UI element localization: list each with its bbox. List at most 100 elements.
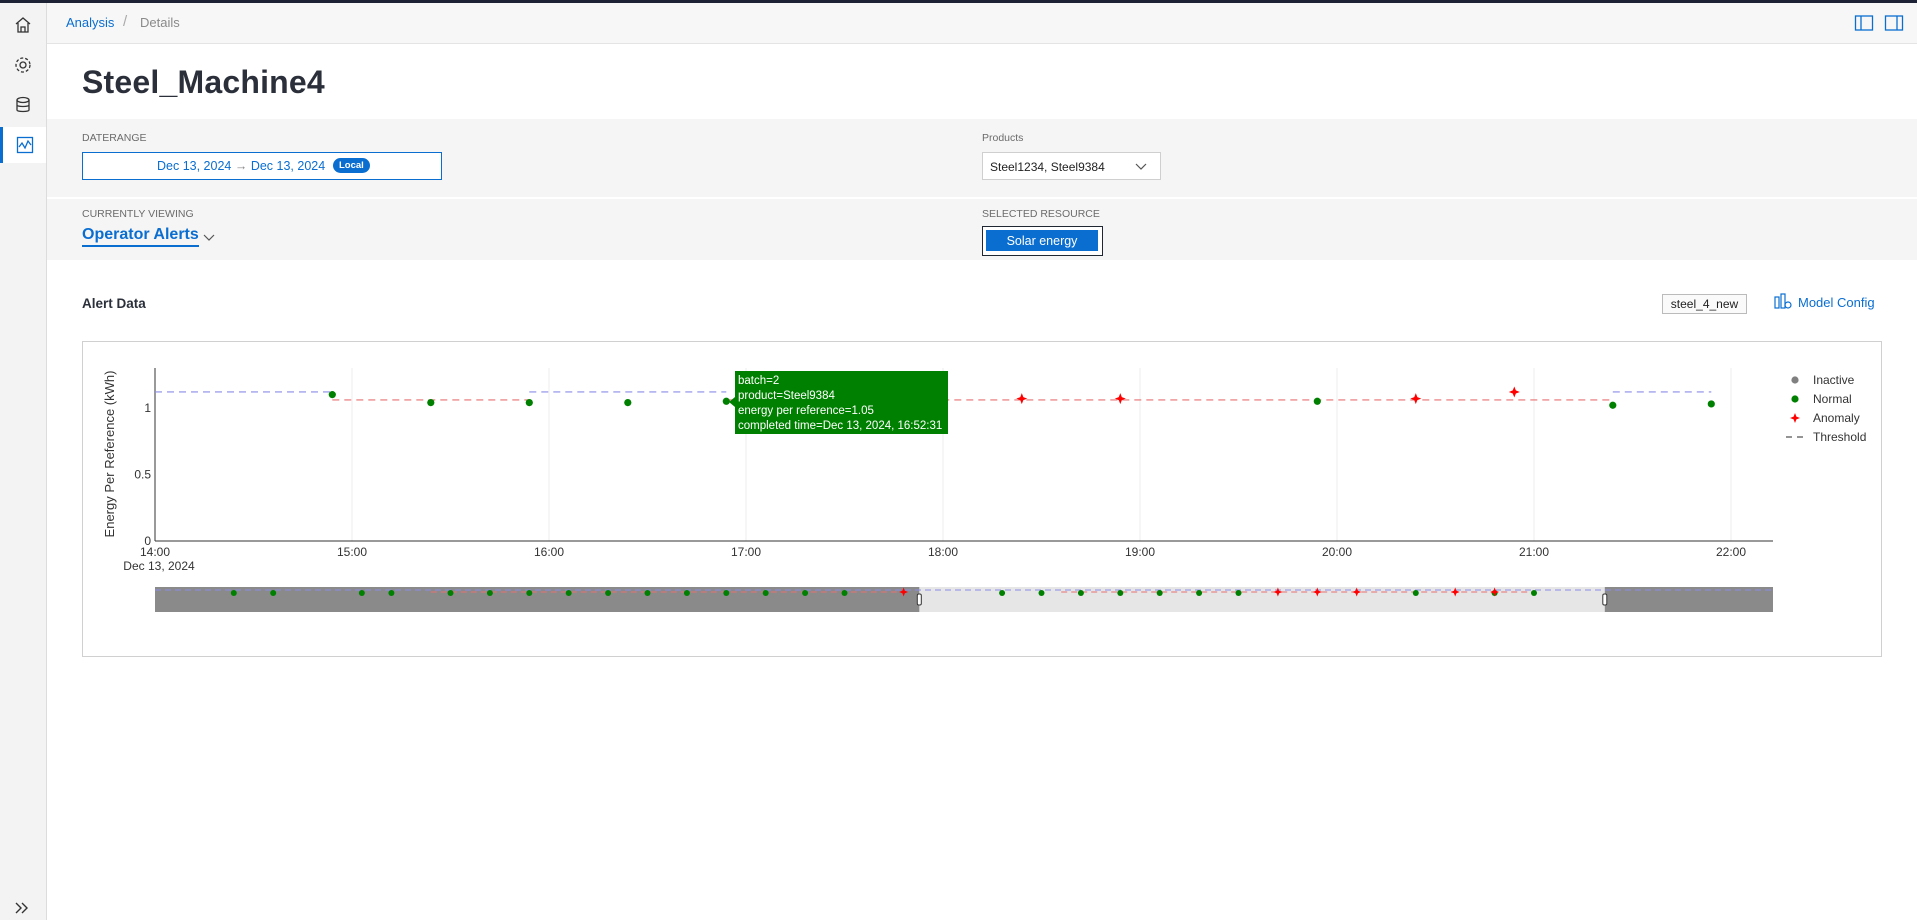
legend-label: Normal — [1813, 392, 1852, 406]
chart-grid — [351, 368, 1732, 541]
breadcrumb-analysis-link[interactable]: Analysis — [66, 15, 114, 30]
tooltip-line: energy per reference=1.05 — [738, 405, 874, 417]
overview-normal-point — [1412, 590, 1419, 596]
tooltip-line: batch=2 — [738, 375, 779, 387]
sidebar-item-analysis[interactable] — [0, 127, 46, 163]
overview-selection — [919, 587, 1605, 612]
database-icon — [16, 96, 30, 113]
overview-normal-point — [1531, 590, 1537, 596]
sidebar-item-home[interactable] — [0, 7, 46, 43]
daterange-picker[interactable]: Dec 13, 2024 → Dec 13, 2024 Local — [82, 152, 442, 180]
anomaly-point — [1410, 393, 1422, 405]
x-date-label: Dec 13, 2024 — [123, 559, 195, 573]
overview-normal-point — [1117, 590, 1124, 596]
x-tick-label: 17:00 — [731, 545, 761, 559]
normal-point — [525, 399, 533, 407]
overview-normal-point — [1156, 590, 1163, 596]
x-tick-label: 21:00 — [1519, 545, 1549, 559]
sidebar — [0, 3, 47, 920]
tooltip-line: product=Steel9384 — [738, 390, 835, 402]
range-handle — [1602, 593, 1608, 606]
hover-tooltip: batch=2 product=Steel9384 energy per refer… — [729, 371, 948, 434]
products-value: Steel1234, Steel9384 — [990, 160, 1105, 174]
tooltip-pointer — [729, 397, 735, 407]
overview-normal-point — [723, 590, 730, 596]
breadcrumb-separator: / — [123, 13, 128, 30]
overview-normal-point — [841, 590, 848, 596]
overview-normal-point — [447, 590, 454, 596]
normal-point — [624, 399, 632, 407]
model-config-label: Model Config — [1798, 294, 1875, 310]
breadcrumb-current: Details — [140, 15, 180, 30]
model-tag: steel_4_new — [1662, 294, 1747, 314]
x-tick-label: 22:00 — [1716, 545, 1746, 559]
x-tick-label: 19:00 — [1125, 545, 1155, 559]
solar-energy-button[interactable]: Solar energy — [986, 230, 1098, 251]
alert-data-title: Alert Data — [82, 296, 146, 311]
date-arrow: → — [234, 159, 248, 173]
y-tick-label: 1 — [144, 401, 151, 415]
overview-normal-point — [1235, 590, 1242, 596]
legend-anomaly-marker — [1790, 413, 1800, 423]
normal-point — [427, 399, 435, 407]
legend-normal-marker — [1791, 395, 1799, 403]
overview-normal-point — [486, 590, 493, 596]
overview-normal-point — [1196, 590, 1203, 596]
page-title: Steel_Machine4 — [82, 64, 325, 100]
overview-normal-point — [1077, 590, 1084, 596]
chevron-down-icon[interactable] — [203, 232, 215, 242]
overview-normal-point — [565, 590, 572, 596]
panel-left-icon[interactable] — [1854, 14, 1874, 32]
anomaly-point — [1016, 393, 1028, 405]
x-tick-label: 18:00 — [928, 545, 958, 559]
currently-viewing-label: CURRENTLY VIEWING — [82, 208, 194, 220]
selected-resource-label: SELECTED RESOURCE — [982, 208, 1100, 220]
range-overview — [155, 587, 1773, 612]
legend-inactive-marker — [1791, 376, 1799, 384]
double-chevron-right-icon[interactable] — [12, 901, 32, 915]
activity-chart-icon — [16, 136, 33, 154]
tooltip-line: completed time=Dec 13, 2024, 16:52:31 — [738, 420, 942, 432]
overview-normal-point — [762, 590, 769, 596]
x-tick-label: 14:00 — [140, 545, 170, 559]
overview-normal-point — [526, 590, 533, 596]
alert-scatter-chart[interactable]: 00.51 14:00 15:00 16:00 17:00 18:00 19:00 20:0… — [83, 342, 1881, 656]
x-tick-label: 20:00 — [1322, 545, 1352, 559]
overview-normal-point — [1038, 590, 1045, 596]
normal-point — [328, 391, 336, 399]
overview-normal-point — [230, 590, 237, 596]
legend-label: Threshold — [1813, 430, 1866, 444]
overview-normal-point — [605, 590, 612, 596]
daterange-value: Dec 13, 2024 → Dec 13, 2024 — [157, 159, 325, 173]
legend-label: Inactive — [1813, 373, 1855, 387]
panel-right-icon[interactable] — [1884, 14, 1904, 32]
home-icon — [15, 17, 31, 33]
model-config-link[interactable]: Model Config — [1774, 293, 1875, 311]
products-select[interactable]: Steel1234, Steel9384 — [982, 152, 1161, 180]
overview-normal-point — [999, 590, 1006, 596]
x-tick-labels: 14:00 15:00 16:00 17:00 18:00 19:00 20:00 21:00… — [140, 545, 1746, 559]
range-handle — [916, 593, 922, 606]
timezone-badge: Local — [333, 158, 370, 173]
date-to: Dec 13, 2024 — [250, 159, 326, 173]
legend-label: Anomaly — [1813, 411, 1860, 425]
header-bar: Analysis / Details — [47, 3, 1917, 44]
normal-point — [1609, 401, 1617, 409]
y-tick-label: 0.5 — [134, 467, 151, 481]
x-tick-label: 15:00 — [337, 545, 367, 559]
normal-point — [722, 397, 730, 405]
date-from: Dec 13, 2024 — [157, 159, 232, 173]
y-axis-title: Energy Per Reference (kWh) — [102, 371, 117, 538]
currently-viewing-dropdown[interactable]: Operator Alerts — [82, 226, 199, 247]
sidebar-item-settings[interactable] — [0, 47, 46, 83]
x-tick-label: 16:00 — [534, 545, 564, 559]
normal-point — [1313, 397, 1321, 405]
daterange-label: DATERANGE — [82, 132, 147, 144]
sidebar-item-data[interactable] — [0, 87, 46, 123]
normal-point — [1707, 400, 1715, 408]
overview-normal-point — [644, 590, 651, 596]
chart-legend: Inactive Normal Anomaly Threshold — [1786, 373, 1866, 444]
products-label: Products — [982, 132, 1024, 144]
overview-normal-point — [802, 590, 809, 596]
model-config-icon — [1774, 293, 1792, 309]
